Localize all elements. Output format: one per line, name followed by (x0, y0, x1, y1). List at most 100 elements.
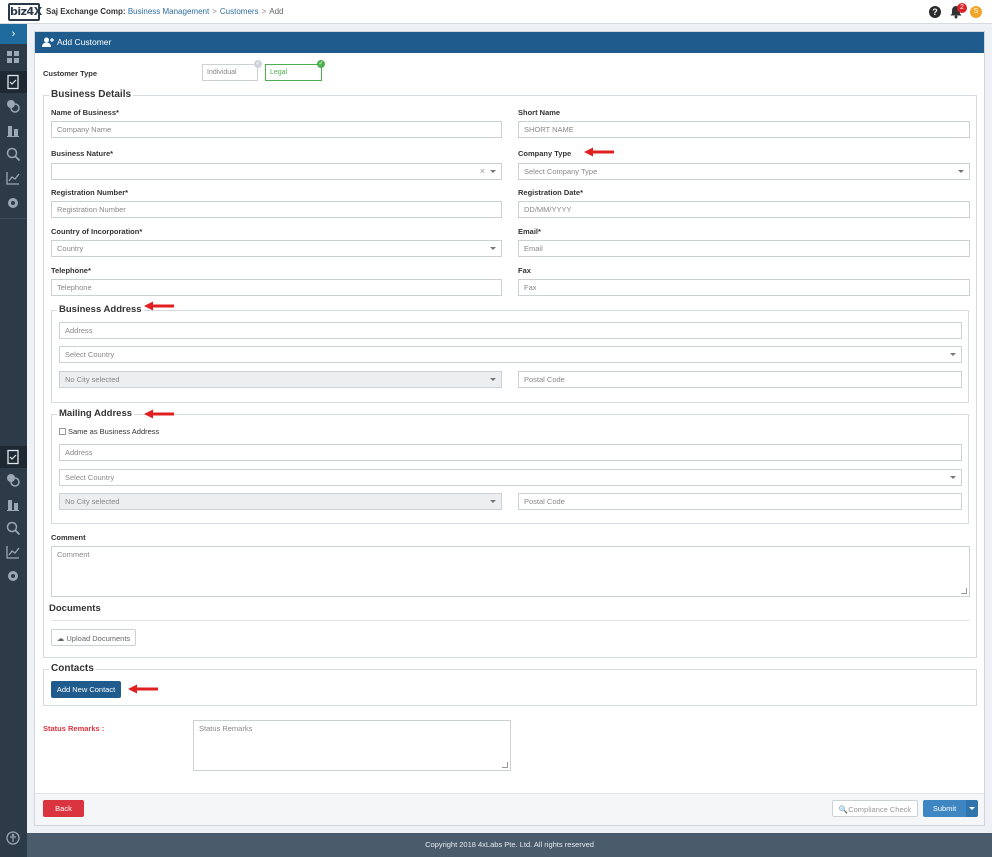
country-select[interactable]: Country (51, 240, 502, 257)
chevron-down-icon (490, 170, 496, 173)
company-name-input[interactable]: Company Name (51, 121, 502, 138)
status-remarks-label: Status Remarks : (43, 724, 105, 733)
chart-icon[interactable] (5, 544, 21, 560)
registration-date-input[interactable]: DD/MM/YYYY (518, 201, 970, 218)
contacts-legend: Contacts (49, 663, 96, 674)
short-name-label: Short Name (518, 108, 561, 117)
annotation-arrow-icon (144, 409, 174, 419)
mailing-city-select[interactable]: No City selected (59, 493, 502, 510)
email-label: Email* (518, 227, 541, 236)
submit-dropdown-toggle[interactable] (966, 800, 978, 817)
exchange-icon[interactable] (5, 472, 21, 488)
business-nature-select[interactable]: × (51, 163, 502, 180)
mailing-country-placeholder: Select Country (65, 473, 115, 482)
building-icon[interactable] (5, 496, 21, 512)
check-icon: ✓ (317, 60, 325, 68)
business-city-select[interactable]: No City selected (59, 371, 502, 388)
documents-divider (51, 620, 970, 621)
dashboard-icon[interactable] (5, 49, 21, 65)
chevron-down-icon (958, 170, 964, 173)
business-postal-code-input[interactable]: Postal Code (518, 371, 962, 388)
cloud-upload-icon: ☁ (56, 634, 65, 643)
resize-handle[interactable] (502, 762, 508, 768)
company-type-label: Company Type (518, 149, 572, 158)
compliance-check-button[interactable]: 🔍Compliance Check (832, 800, 918, 817)
chevron-down-icon (490, 247, 496, 250)
document-icon[interactable] (0, 71, 27, 93)
business-country-select[interactable]: Select Country (59, 346, 962, 363)
building-icon[interactable] (5, 122, 21, 138)
unchecked-icon: ✓ (254, 60, 262, 68)
resize-handle[interactable] (961, 588, 967, 594)
business-address-input[interactable]: Address (59, 322, 962, 339)
upload-documents-label: Upload Documents (66, 634, 131, 643)
registration-number-input[interactable]: Registration Number (51, 201, 502, 218)
status-remarks-placeholder: Status Remarks (199, 724, 253, 733)
contacts-fieldset (43, 669, 977, 706)
short-name-input[interactable]: SHORT NAME (518, 121, 970, 138)
comment-label: Comment (51, 533, 86, 542)
app-logo[interactable]: biz4X (8, 3, 42, 21)
same-as-business-label: Same as Business Address (68, 427, 160, 436)
card-header: Add Customer (35, 32, 984, 53)
breadcrumb-customers[interactable]: Customers (220, 7, 259, 16)
compliance-check-label: Compliance Check (848, 805, 912, 814)
breadcrumb: Saj Exchange Comp: Business Management > C… (46, 7, 283, 16)
exchange-icon[interactable] (5, 98, 21, 114)
telephone-input[interactable]: Telephone (51, 279, 502, 296)
customer-type-legal[interactable]: Legal (265, 64, 322, 81)
search-check-icon[interactable] (5, 520, 21, 536)
chevron-down-icon (490, 500, 496, 503)
registration-number-label: Registration Number* (51, 188, 129, 197)
fax-input[interactable]: Fax (518, 279, 970, 296)
add-new-contact-button[interactable]: Add New Contact (51, 681, 121, 698)
clear-icon[interactable]: × (480, 164, 485, 179)
business-details-legend: Business Details (49, 89, 134, 100)
breadcrumb-business-management[interactable]: Business Management (128, 7, 209, 16)
back-button[interactable]: Back (43, 800, 84, 817)
breadcrumb-separator: > (212, 7, 217, 16)
country-placeholder: Country (57, 244, 84, 253)
add-user-icon (42, 37, 54, 47)
breadcrumb-current: Add (269, 7, 284, 16)
search-icon: 🔍 (838, 805, 849, 814)
search-check-icon[interactable] (5, 146, 21, 162)
same-as-business-checkbox[interactable] (59, 428, 66, 435)
mailing-country-select[interactable]: Select Country (59, 469, 962, 486)
mailing-city-placeholder: No City selected (65, 497, 120, 506)
mailing-postal-code-input[interactable]: Postal Code (518, 493, 962, 510)
company-type-select[interactable]: Select Company Type (518, 163, 970, 180)
customer-type-label: Customer Type (43, 69, 98, 78)
sidebar-toggle-chevron-icon[interactable]: › (0, 24, 27, 44)
customer-type-individual[interactable]: Individual (202, 64, 258, 81)
document-icon[interactable] (0, 446, 27, 468)
sidebar-divider (0, 218, 27, 219)
upload-documents-button[interactable]: ☁ Upload Documents (51, 629, 136, 646)
comment-textarea[interactable]: Comment (51, 546, 970, 597)
gear-icon[interactable] (5, 195, 21, 211)
top-bar: biz4X Saj Exchange Comp: Business Manage… (0, 0, 992, 24)
mailing-address-input[interactable]: Address (59, 444, 962, 461)
business-nature-label: Business Nature* (51, 149, 114, 158)
chevron-down-icon (950, 476, 956, 479)
mailing-address-legend: Mailing Address (57, 408, 135, 419)
telephone-label: Telephone* (51, 266, 91, 275)
submit-button[interactable]: Submit (923, 800, 966, 817)
business-city-placeholder: No City selected (65, 375, 120, 384)
company-type-placeholder: Select Company Type (524, 167, 598, 176)
chevron-down-icon (490, 378, 496, 381)
chevron-down-icon (950, 353, 956, 356)
help-icon[interactable]: ? (929, 6, 941, 18)
email-input[interactable]: Email (518, 240, 970, 257)
notification-badge: 2 (957, 3, 967, 13)
breadcrumb-separator: > (261, 7, 267, 16)
status-remarks-textarea[interactable]: Status Remarks (193, 720, 511, 771)
registration-date-label: Registration Date* (518, 188, 584, 197)
chart-icon[interactable] (5, 170, 21, 186)
accessibility-icon[interactable] (5, 830, 21, 846)
user-avatar[interactable]: S (970, 6, 982, 18)
page-footer: Copyright 2018 4xLabs Pte. Ltd. All righ… (27, 833, 992, 857)
gear-icon[interactable] (5, 568, 21, 584)
name-of-business-label: Name of Business* (51, 108, 119, 117)
country-of-incorporation-label: Country of Incorporation* (51, 227, 143, 236)
